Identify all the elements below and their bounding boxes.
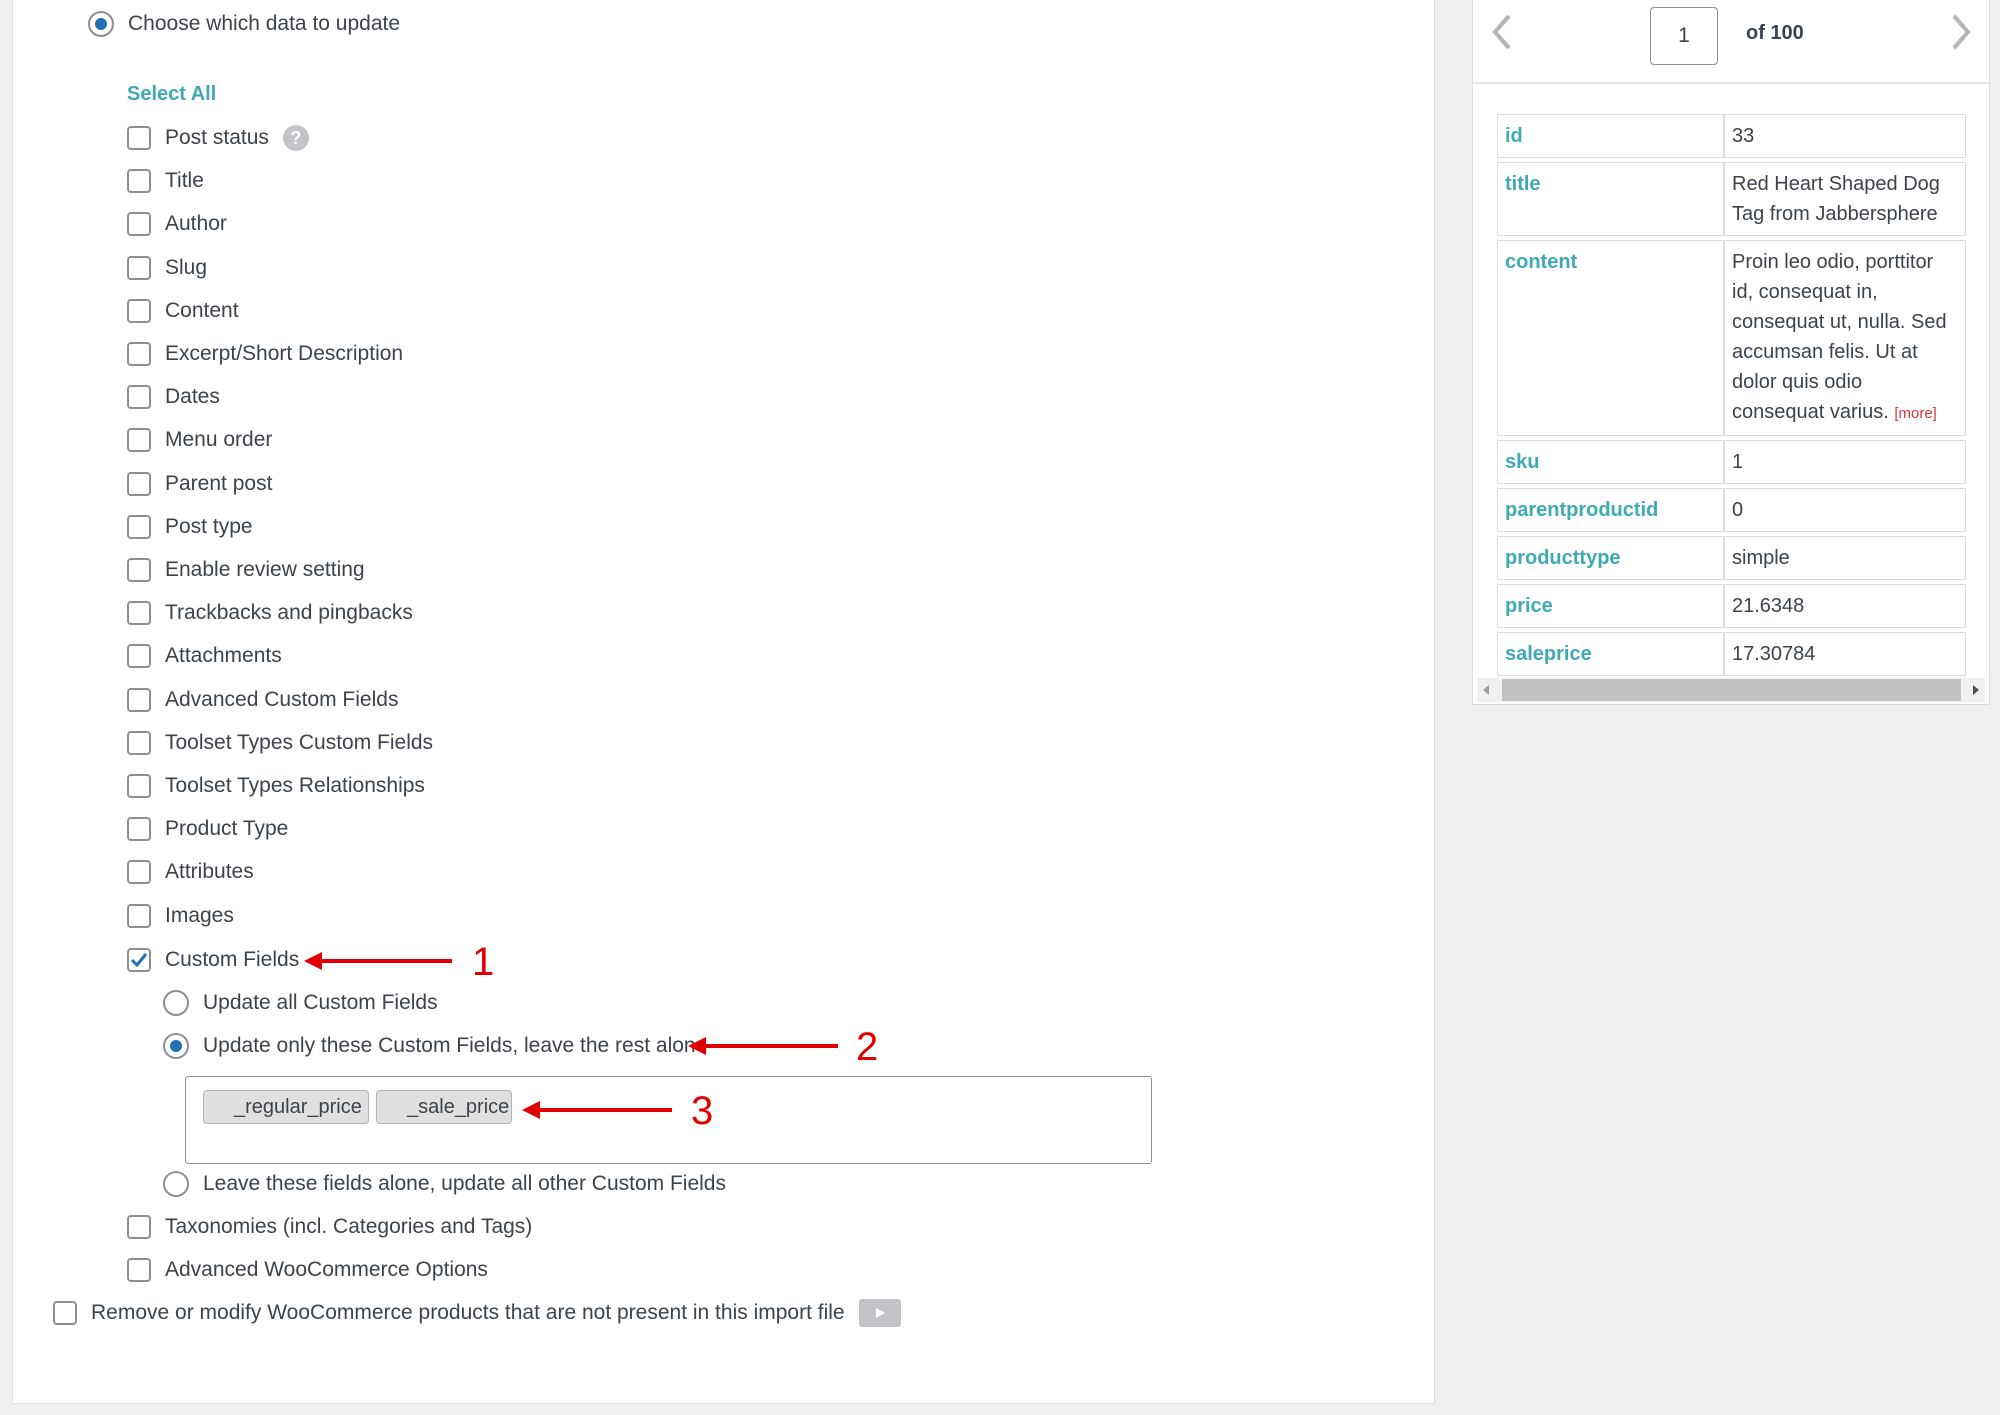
preview-key: title — [1497, 162, 1724, 236]
preview-value: 33 — [1724, 114, 1966, 158]
preview-divider — [1473, 82, 1989, 84]
scroll-right-icon[interactable] — [1971, 684, 1981, 696]
scrollbar-thumb[interactable] — [1502, 679, 1961, 701]
preview-value: 21.6348 — [1724, 584, 1966, 628]
page-number-input[interactable]: 1 — [1650, 7, 1718, 65]
preview-value-text: 0 — [1732, 499, 1744, 521]
preview-value-text: simple — [1732, 547, 1790, 569]
preview-row: saleprice 17.30784 — [1497, 632, 1966, 676]
preview-row: sku 1 — [1497, 440, 1966, 484]
preview-row: price 21.6348 — [1497, 584, 1966, 628]
preview-key: id — [1497, 114, 1724, 158]
next-record-icon[interactable] — [1948, 12, 1976, 52]
preview-row: producttype simple — [1497, 536, 1966, 580]
preview-row: title Red Heart Shaped Dog Tag from Jabbe… — [1497, 162, 1966, 236]
prev-record-icon[interactable] — [1487, 12, 1515, 52]
preview-value-text: 21.6348 — [1732, 595, 1805, 617]
preview-value: Proin leo odio, porttitor id, consequat … — [1724, 240, 1966, 436]
preview-key: saleprice — [1497, 632, 1724, 676]
preview-key: price — [1497, 584, 1724, 628]
preview-key: content — [1497, 240, 1724, 436]
preview-value: Red Heart Shaped Dog Tag from Jabbersphe… — [1724, 162, 1966, 236]
annotation-2: 2 — [856, 1025, 879, 1069]
preview-key: parentproductid — [1497, 488, 1724, 532]
annotation-3: 3 — [691, 1089, 714, 1133]
preview-scrollbar[interactable] — [1477, 678, 1985, 702]
preview-value-text: 17.30784 — [1732, 643, 1816, 665]
scroll-left-icon[interactable] — [1481, 684, 1491, 696]
preview-value: simple — [1724, 536, 1966, 580]
preview-value: 17.30784 — [1724, 632, 1966, 676]
page-total: of 100 — [1746, 22, 1804, 44]
preview-row: content Proin leo odio, porttitor id, con… — [1497, 240, 1966, 436]
record-preview-table: id 33 title Red Heart Shaped Dog Tag from J… — [1497, 110, 1966, 680]
preview-value-text: Red Heart Shaped Dog Tag from Jabbersphe… — [1732, 173, 1940, 225]
preview-value-text: 1 — [1732, 451, 1744, 473]
preview-key: sku — [1497, 440, 1724, 484]
more-link[interactable]: [more] — [1894, 405, 1937, 422]
preview-key: producttype — [1497, 536, 1724, 580]
preview-value-text: 33 — [1732, 125, 1755, 147]
preview-value-text: Proin leo odio, porttitor id, consequat … — [1732, 251, 1947, 423]
preview-value: 1 — [1724, 440, 1966, 484]
preview-row: id 33 — [1497, 114, 1966, 158]
preview-row: parentproductid 0 — [1497, 488, 1966, 532]
preview-value: 0 — [1724, 488, 1966, 532]
annotation-1: 1 — [472, 940, 495, 984]
